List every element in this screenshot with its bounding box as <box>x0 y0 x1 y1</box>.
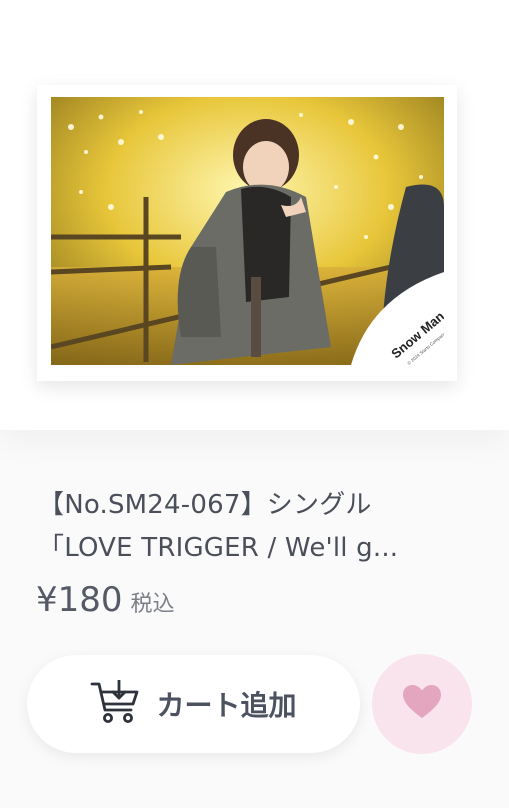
product-title[interactable]: 【No.SM24-067】シングル 「LOVE TRIGGER / We'll … <box>38 484 478 570</box>
tax-label: 税込 <box>130 592 175 617</box>
product-price: ¥180 <box>36 580 123 620</box>
product-image-area[interactable]: Snow Man © 2024 Starto Company Inc. <box>0 0 509 430</box>
heart-icon <box>402 684 442 724</box>
product-title-line2: 「LOVE TRIGGER / We'll g... <box>38 533 399 563</box>
product-title-line1: 【No.SM24-067】シングル <box>38 490 372 520</box>
price-row: ¥180 税込 <box>36 580 175 620</box>
cart-download-icon <box>90 678 140 728</box>
add-to-cart-button[interactable]: カート追加 <box>27 655 360 753</box>
favorite-button[interactable] <box>372 654 472 754</box>
product-photo[interactable]: Snow Man © 2024 Starto Company Inc. <box>37 85 457 381</box>
add-to-cart-label: カート追加 <box>156 689 297 722</box>
photo-image: Snow Man © 2024 Starto Company Inc. <box>51 97 444 365</box>
